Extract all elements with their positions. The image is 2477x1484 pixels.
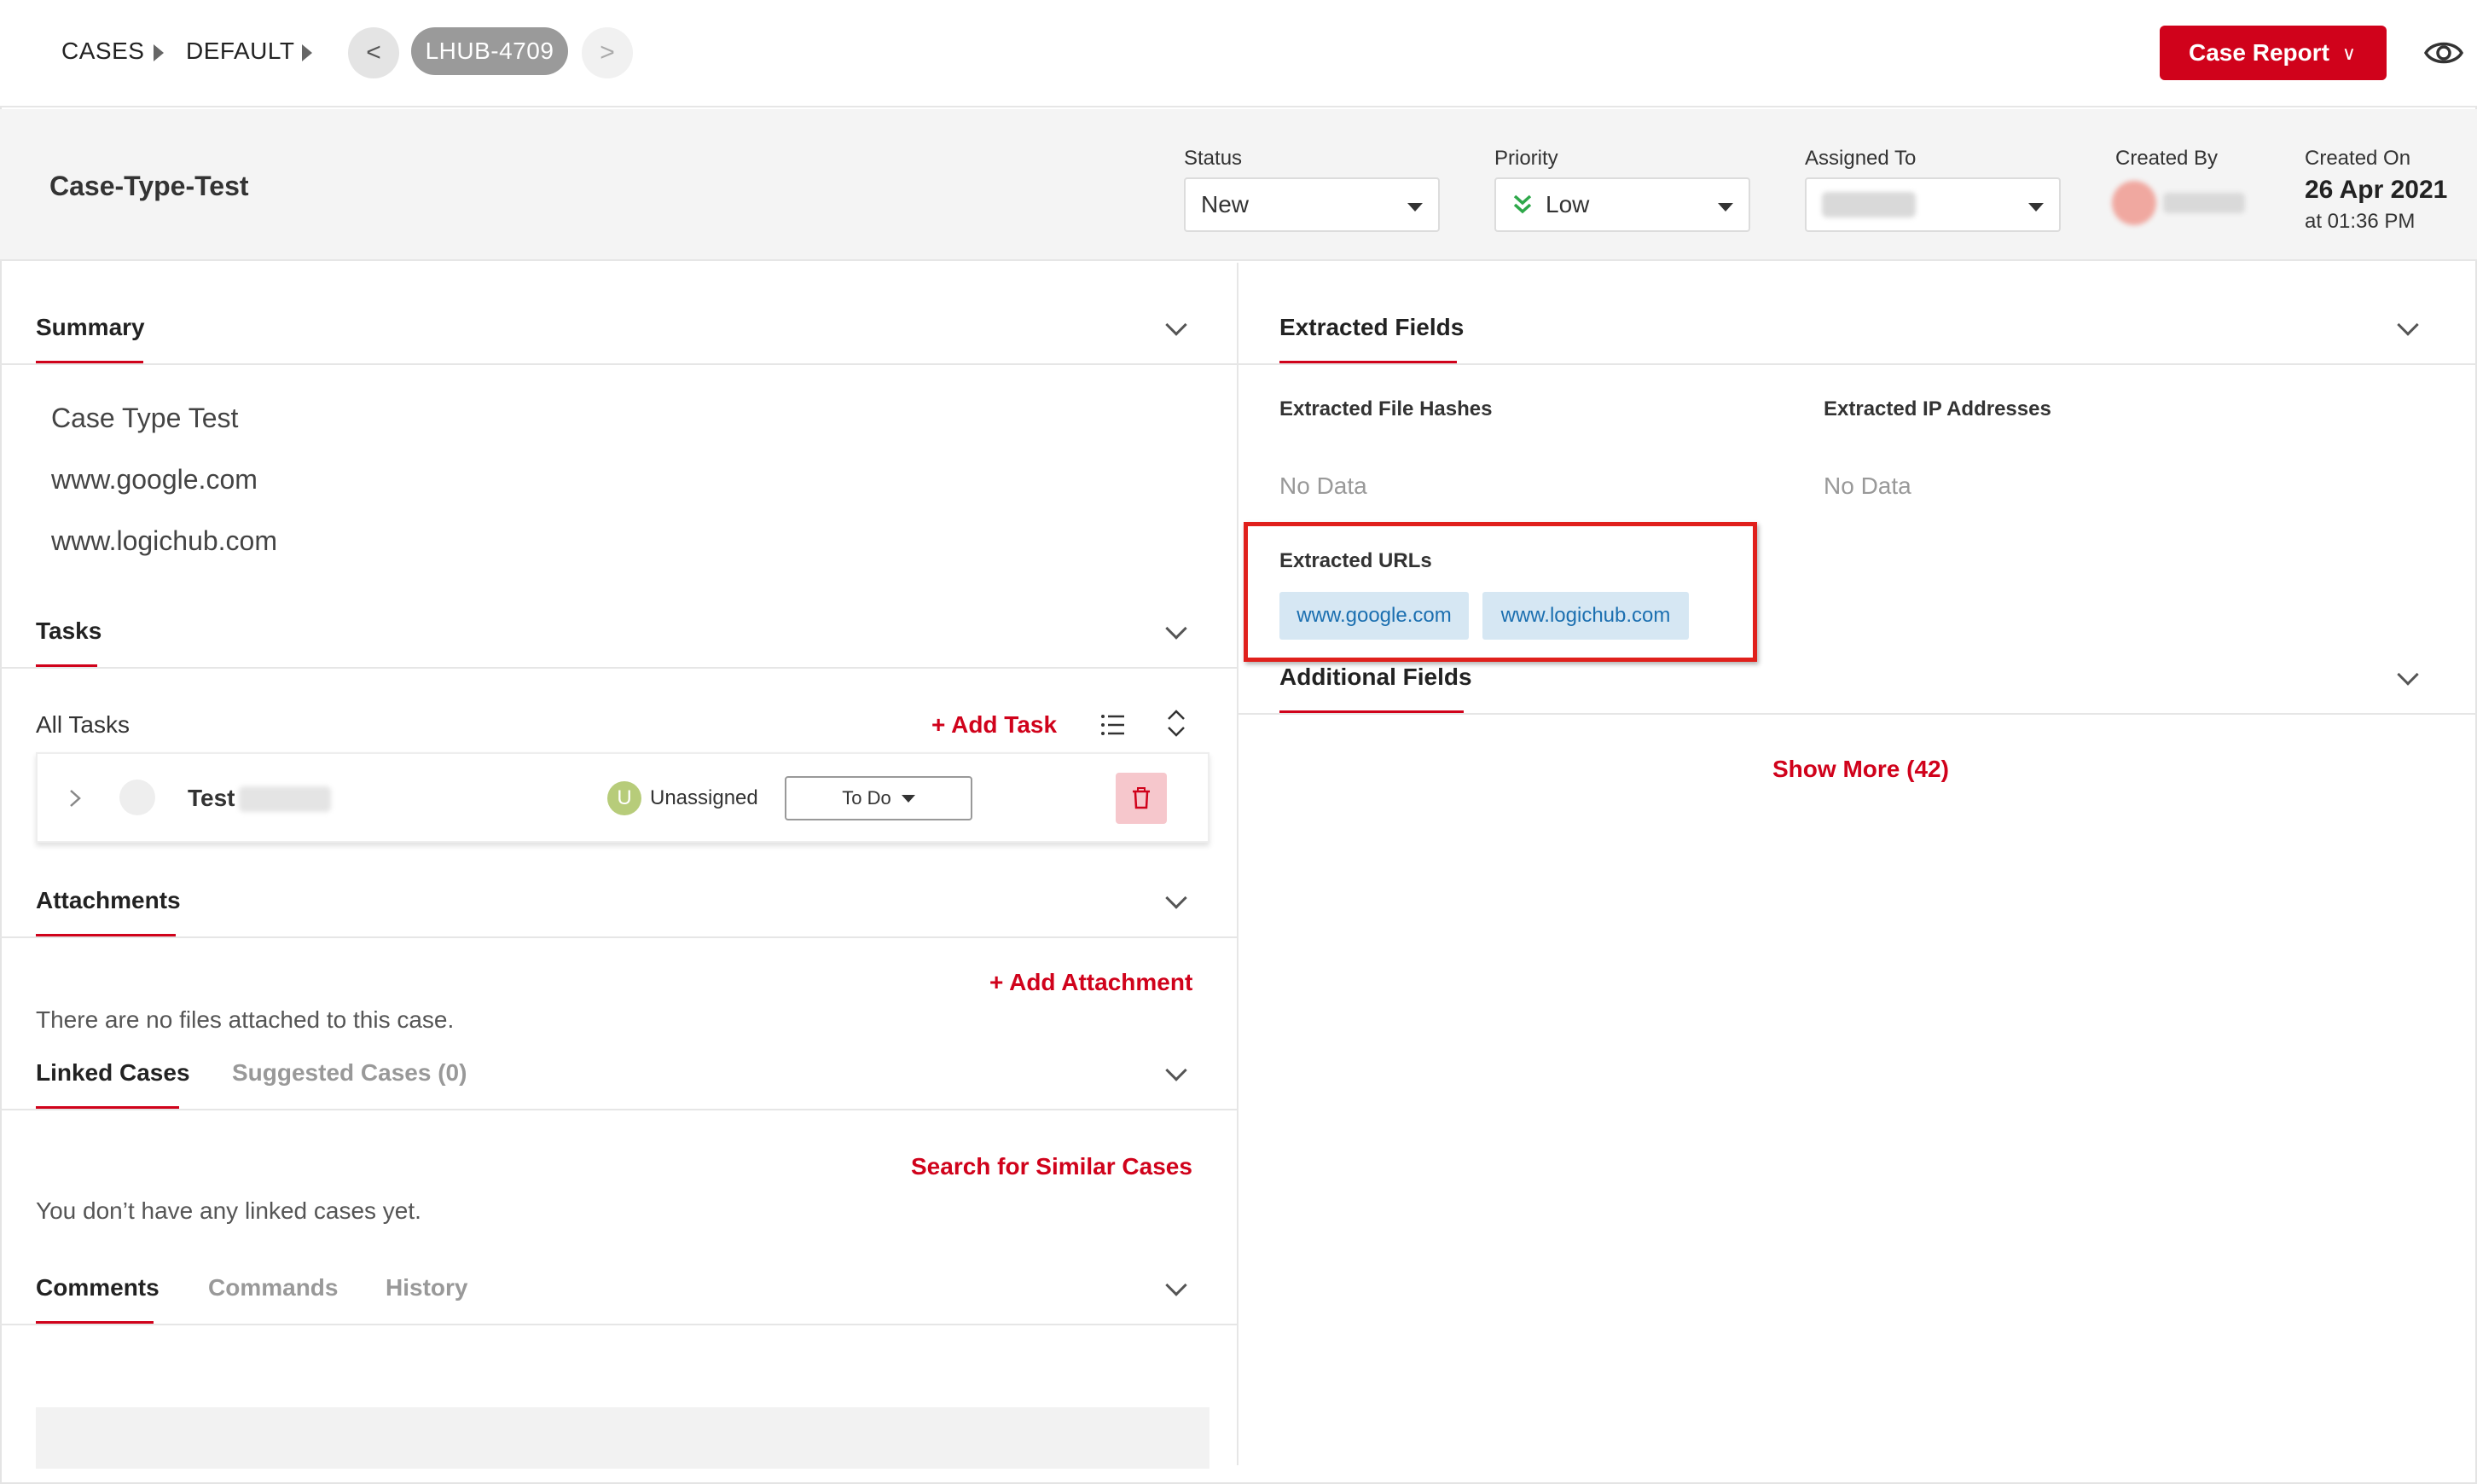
- task-title: Test: [188, 785, 235, 811]
- add-attachment-button[interactable]: + Add Attachment: [989, 969, 1192, 996]
- divider: [0, 363, 1237, 365]
- previous-case-button[interactable]: <: [348, 27, 399, 78]
- caret-down-icon: [1407, 203, 1423, 212]
- tasks-heading[interactable]: Tasks: [36, 617, 102, 645]
- list-view-icon[interactable]: [1100, 713, 1126, 737]
- task-status-select[interactable]: To Do: [785, 776, 972, 820]
- breadcrumb-cases[interactable]: CASES: [61, 38, 144, 65]
- comment-editor[interactable]: [36, 1407, 1209, 1469]
- priority-select[interactable]: Low: [1494, 177, 1750, 232]
- linked-empty-text: You don’t have any linked cases yet.: [36, 1197, 421, 1224]
- next-case-button[interactable]: >: [582, 27, 633, 78]
- divider: [1238, 363, 2477, 365]
- summary-line: www.google.com: [51, 464, 258, 495]
- created-on-time: at 01:36 PM: [2305, 210, 2416, 233]
- created-on-label: Created On: [2305, 147, 2411, 170]
- breadcrumb-arrow-icon: [302, 44, 312, 61]
- trash-icon: [1133, 787, 1150, 809]
- tab-history[interactable]: History: [386, 1274, 467, 1301]
- highlight-annotation: [1244, 522, 1757, 662]
- delete-task-button[interactable]: [1116, 773, 1167, 824]
- caret-down-icon: [901, 794, 915, 803]
- caret-down-icon: [2028, 203, 2044, 212]
- status-select[interactable]: New: [1184, 177, 1440, 232]
- assigned-to-label: Assigned To: [1805, 147, 1917, 170]
- all-tasks-label: All Tasks: [36, 711, 130, 738]
- divider: [0, 667, 1237, 669]
- sort-icon[interactable]: [1165, 708, 1187, 739]
- created-by-user: [2109, 177, 2254, 225]
- task-row[interactable]: Test U Unassigned To Do: [36, 752, 1209, 843]
- ip-addresses-value: No Data: [1824, 472, 1911, 499]
- chevron-left-icon: <: [366, 38, 381, 67]
- creator-name-redacted: [2163, 193, 2245, 213]
- file-hashes-label: Extracted File Hashes: [1279, 397, 1493, 420]
- divider: [0, 936, 1237, 938]
- chevron-right-icon: >: [600, 38, 615, 67]
- summary-line: www.logichub.com: [51, 525, 277, 556]
- assigned-to-select[interactable]: [1805, 177, 2061, 232]
- case-report-label: Case Report: [2189, 39, 2329, 66]
- extracted-fields-heading[interactable]: Extracted Fields: [1279, 314, 1464, 341]
- attachments-heading[interactable]: Attachments: [36, 887, 181, 914]
- task-checkbox[interactable]: [119, 780, 155, 815]
- panel-divider: [1237, 263, 1238, 1465]
- priority-value: Low: [1546, 191, 1590, 217]
- ip-addresses-label: Extracted IP Addresses: [1824, 397, 2051, 420]
- task-assignee[interactable]: Unassigned: [650, 786, 758, 810]
- avatar: [2112, 181, 2156, 225]
- status-label: Status: [1184, 147, 1243, 170]
- breadcrumb-default[interactable]: DEFAULT: [186, 38, 294, 65]
- case-report-button[interactable]: Case Report ∨: [2160, 26, 2387, 80]
- status-value: New: [1201, 191, 1250, 217]
- chevron-down-icon: ∨: [2341, 43, 2356, 64]
- divider: [0, 1324, 1237, 1325]
- page-title: Case-Type-Test: [49, 171, 249, 201]
- file-hashes-value: No Data: [1279, 472, 1367, 499]
- caret-down-icon: [1718, 203, 1733, 212]
- priority-label: Priority: [1494, 147, 1558, 170]
- summary-heading[interactable]: Summary: [36, 314, 145, 341]
- summary-line: Case Type Test: [51, 403, 239, 433]
- show-more-button[interactable]: Show More (42): [1772, 756, 1949, 783]
- eye-icon[interactable]: [2424, 36, 2463, 70]
- assignee-redacted: [1822, 192, 1916, 217]
- tab-suggested-cases[interactable]: Suggested Cases (0): [232, 1059, 467, 1087]
- assignee-avatar: U: [607, 781, 641, 815]
- created-on-date: 26 Apr 2021: [2305, 176, 2448, 204]
- task-title-redacted: [239, 786, 331, 812]
- tab-commands[interactable]: Commands: [208, 1274, 338, 1301]
- chevron-right-icon[interactable]: [68, 788, 82, 809]
- add-task-button[interactable]: + Add Task: [931, 711, 1057, 739]
- additional-fields-heading[interactable]: Additional Fields: [1279, 664, 1472, 691]
- search-similar-cases-button[interactable]: Search for Similar Cases: [911, 1153, 1192, 1180]
- double-chevron-down-icon: [1513, 194, 1532, 214]
- task-status-value: To Do: [842, 787, 891, 809]
- divider: [0, 1109, 1237, 1110]
- divider: [1238, 713, 2477, 715]
- case-id-badge: LHUB-4709: [411, 27, 568, 75]
- top-bar: CASES DEFAULT < LHUB-4709 > Case Report …: [0, 0, 2477, 107]
- breadcrumb-arrow-icon: [154, 44, 164, 61]
- created-by-label: Created By: [2115, 147, 2219, 170]
- tab-comments[interactable]: Comments: [36, 1274, 160, 1301]
- attachments-empty-text: There are no files attached to this case…: [36, 1006, 455, 1033]
- tab-linked-cases[interactable]: Linked Cases: [36, 1059, 190, 1087]
- case-header: Case-Type-Test Status New Priority Low A…: [0, 109, 2477, 261]
